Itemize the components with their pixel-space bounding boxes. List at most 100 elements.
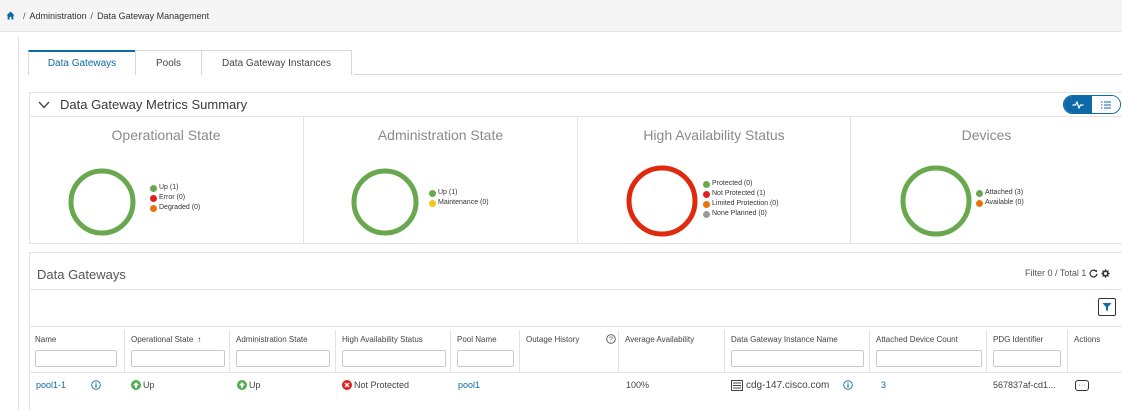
- metrics-summary-title: Data Gateway Metrics Summary: [60, 97, 248, 112]
- svg-text:?: ?: [609, 337, 613, 344]
- tab-bar: Data Gateways Pools Data Gateway Instanc…: [28, 50, 352, 75]
- card-title: Administration State: [377, 127, 504, 143]
- column-header-name[interactable]: Name: [29, 330, 125, 372]
- refresh-icon[interactable]: [1089, 269, 1098, 278]
- column-header-attached-device-count[interactable]: Attached Device Count: [870, 330, 987, 372]
- card-title: Operational State: [111, 127, 221, 143]
- column-header-outage-history[interactable]: Outage History ?: [520, 330, 619, 372]
- legend-dot: [703, 190, 710, 198]
- view-toggle[interactable]: [1063, 95, 1121, 114]
- card-operational-state: Operational State Up (1) Error (0) Degra…: [29, 116, 303, 244]
- cell-ha-status: Not Protected: [342, 378, 409, 392]
- legend-dot: [429, 189, 436, 197]
- list-view-icon[interactable]: [1092, 96, 1120, 113]
- tab-underline: [354, 74, 1122, 75]
- cell-administration-state: Up: [237, 378, 261, 392]
- legend: Protected (0) Not Protected (1) Limited …: [703, 179, 779, 219]
- filter-input-attached-device-count[interactable]: [876, 350, 982, 367]
- legend-item: Degraded (0): [150, 203, 200, 213]
- gateway-name-link[interactable]: pool1-1: [36, 380, 66, 390]
- ring-chart: [68, 168, 136, 236]
- up-arrow-icon: [131, 380, 141, 390]
- card-devices: Devices Attached (3) Available (0): [851, 116, 1122, 244]
- legend-dot: [703, 200, 710, 208]
- filter-input-administration-state[interactable]: [236, 350, 330, 367]
- cell-instance-name: cdg-147.cisco.com: [731, 378, 854, 392]
- cell-average-availability: 100%: [626, 380, 650, 390]
- ring-segment-up: [68, 168, 136, 236]
- column-header-actions: Actions: [1074, 335, 1101, 344]
- legend-dot: [150, 184, 157, 192]
- filter-input-name[interactable]: [35, 350, 117, 367]
- legend-item: Error (0): [150, 193, 200, 203]
- filter-input-instance-name[interactable]: [731, 350, 864, 367]
- legend-item: Not Protected (1): [703, 189, 779, 199]
- filter-button[interactable]: [1098, 298, 1116, 316]
- actions-menu-button[interactable]: ···: [1075, 380, 1089, 391]
- legend-item: None Planned (0): [703, 209, 779, 219]
- column-header-instance-name[interactable]: Data Gateway Instance Name: [725, 330, 870, 372]
- tab-data-gateway-instances[interactable]: Data Gateway Instances: [201, 50, 352, 75]
- chart-view-icon[interactable]: [1064, 96, 1092, 113]
- ring-segment-not-protected: [626, 165, 698, 237]
- cell-name: pool1-1: [36, 378, 101, 392]
- info-icon[interactable]: [91, 380, 101, 390]
- home-icon[interactable]: [6, 11, 15, 20]
- legend-dot: [976, 199, 983, 207]
- breadcrumb-separator: /: [90, 10, 94, 21]
- divider: [29, 372, 1122, 373]
- column-header-operational-state[interactable]: Operational State ↑: [125, 330, 230, 372]
- breadcrumb-administration[interactable]: Administration: [30, 11, 87, 21]
- legend-dot: [703, 180, 710, 188]
- legend-item: Attached (3): [976, 188, 1024, 198]
- help-icon[interactable]: ?: [606, 334, 616, 344]
- legend-item: Protected (0): [703, 179, 779, 189]
- pool-name-link[interactable]: pool1: [458, 380, 480, 390]
- ring-chart: [900, 165, 972, 237]
- server-icon: [731, 379, 743, 391]
- legend-dot: [150, 204, 157, 212]
- grid-title: Data Gateways: [37, 267, 126, 282]
- filter-info: Filter 0 / Total 1: [1025, 268, 1111, 278]
- filter-input-operational-state[interactable]: [131, 350, 225, 367]
- column-header-administration-state[interactable]: Administration State: [230, 330, 336, 372]
- cell-pool-name: pool1: [458, 378, 480, 392]
- ring-segment-up: [351, 168, 419, 236]
- legend-item: Available (0): [976, 198, 1024, 208]
- info-icon[interactable]: [843, 380, 854, 390]
- legend-dot: [150, 194, 157, 202]
- card-title: Devices: [961, 127, 1012, 143]
- legend-dot: [703, 210, 710, 218]
- card-title: High Availability Status: [643, 127, 785, 143]
- column-header-average-availability[interactable]: Average Availability: [619, 330, 725, 372]
- up-arrow-icon: [237, 380, 247, 390]
- cell-attached-device-count: 3: [881, 378, 886, 392]
- tab-data-gateways[interactable]: Data Gateways: [28, 50, 136, 75]
- legend-dot: [429, 199, 436, 207]
- ring-chart: [626, 165, 698, 237]
- breadcrumb-separator: /: [23, 10, 26, 21]
- ring-segment-attached: [900, 165, 972, 237]
- column-header-pdg-identifier[interactable]: PDG Identifier: [987, 330, 1068, 372]
- filter-icon: [1102, 303, 1112, 311]
- cell-operational-state: Up: [131, 378, 155, 392]
- legend-item: Limited Protection (0): [703, 199, 779, 209]
- column-header-ha-status[interactable]: High Availability Status: [336, 330, 451, 372]
- legend-item: Up (1): [429, 188, 489, 198]
- error-icon: [342, 380, 352, 390]
- divider: [29, 289, 1122, 290]
- cell-pdg-identifier: 567837af-cd1...: [993, 380, 1056, 390]
- tab-pools[interactable]: Pools: [135, 50, 202, 75]
- gear-icon[interactable]: [1101, 268, 1111, 278]
- column-header-pool-name[interactable]: Pool Name: [451, 330, 520, 372]
- attached-device-count-link[interactable]: 3: [881, 380, 886, 390]
- metrics-summary-header[interactable]: Data Gateway Metrics Summary: [38, 97, 247, 112]
- legend-dot: [976, 189, 983, 197]
- filter-input-pool-name[interactable]: [457, 350, 514, 367]
- card-high-availability-status: High Availability Status Protected (0) N…: [578, 116, 850, 244]
- filter-input-pdg-identifier[interactable]: [993, 350, 1061, 367]
- filter-input-ha-status[interactable]: [342, 350, 446, 367]
- chevron-down-icon[interactable]: [38, 101, 50, 109]
- sort-ascending-icon[interactable]: ↑: [197, 335, 201, 344]
- legend-item: Maintenance (0): [429, 198, 489, 208]
